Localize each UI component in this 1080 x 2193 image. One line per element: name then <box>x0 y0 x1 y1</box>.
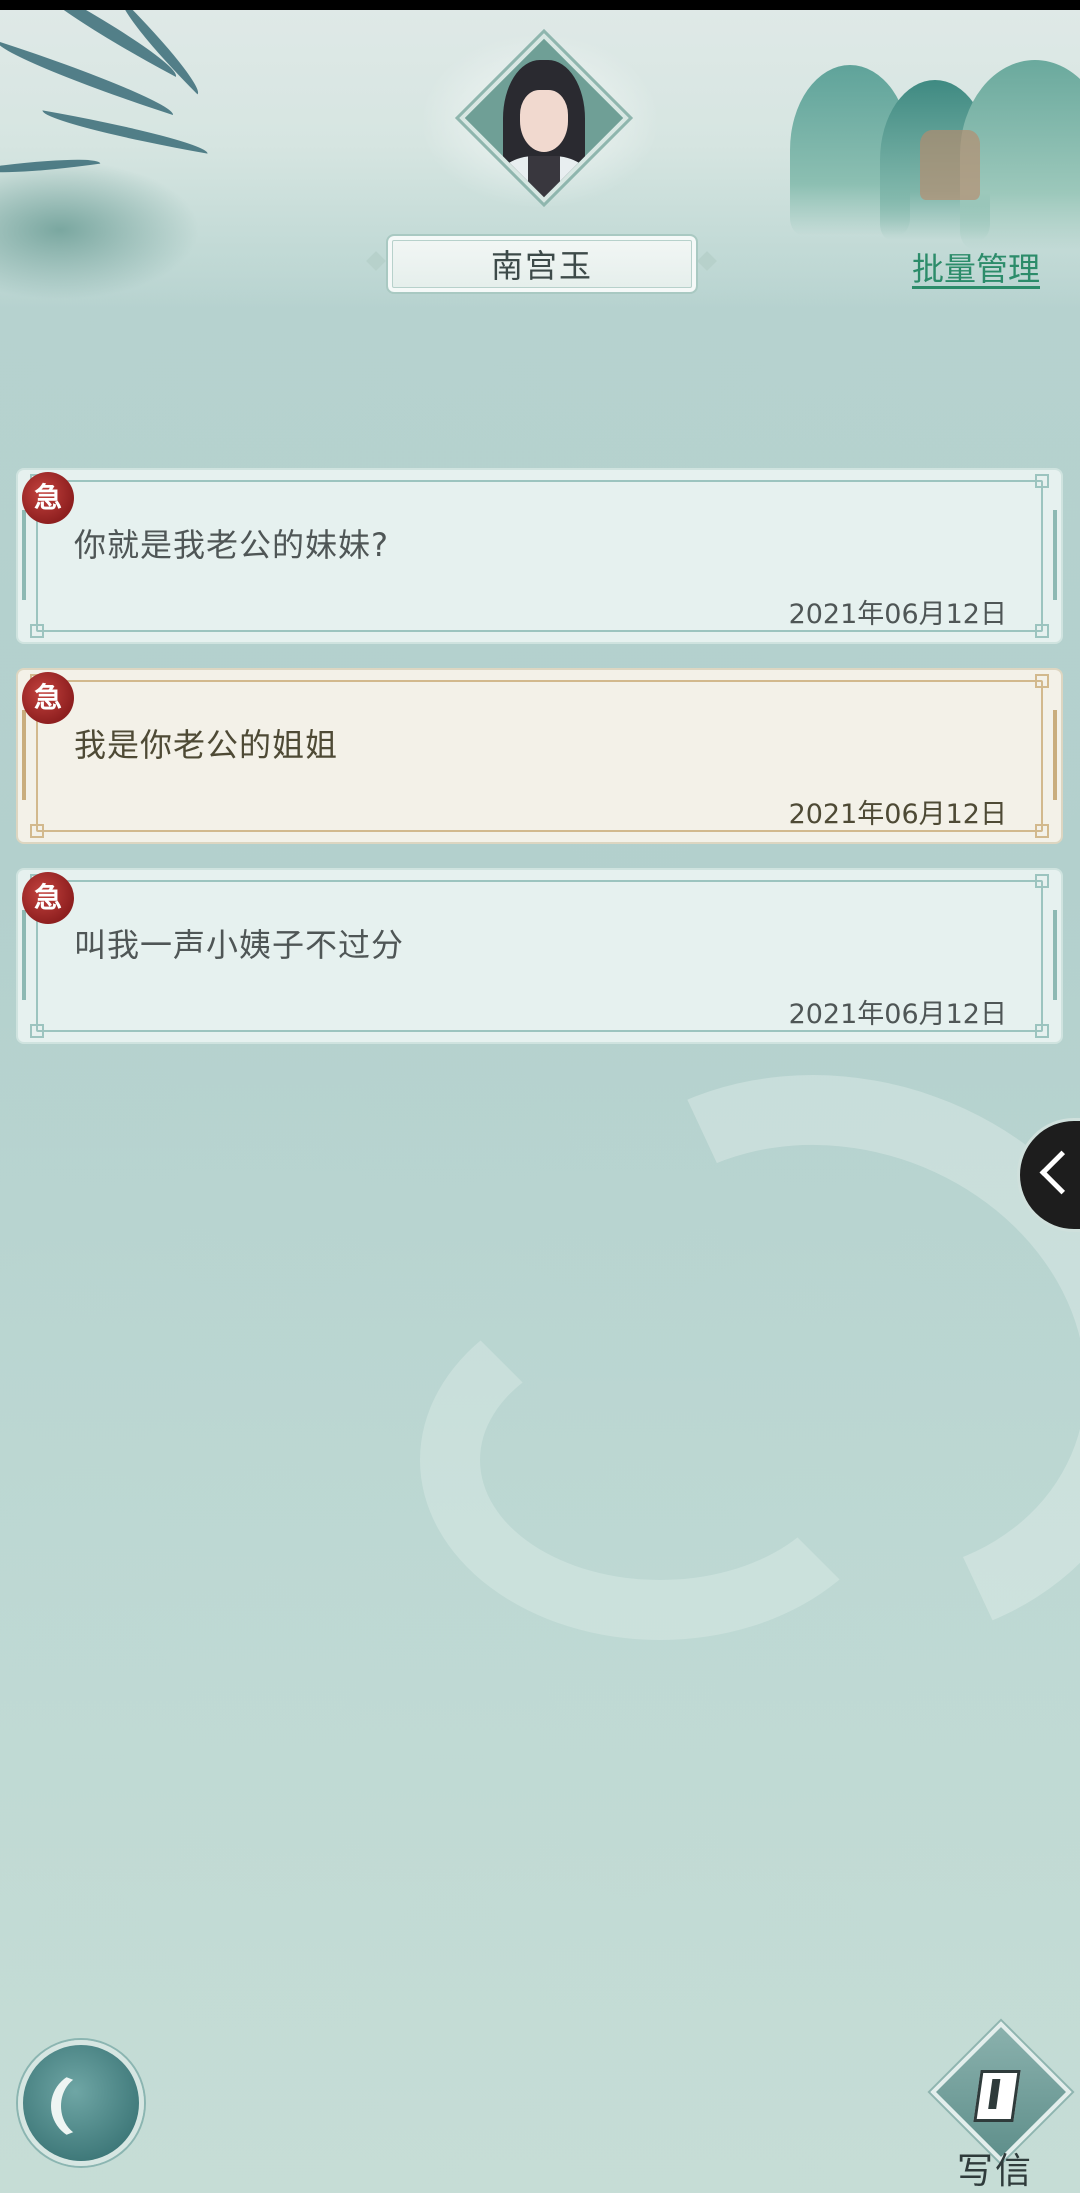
urgent-seal-icon: 急 <box>22 472 74 524</box>
bamboo-leaf-decoration <box>112 10 208 95</box>
message-card[interactable]: 急 叫我一声小姨子不过分 2021年06月12日 <box>16 868 1063 1044</box>
back-button[interactable] <box>18 2040 144 2166</box>
bamboo-leaf-decoration <box>40 110 210 154</box>
write-letter-label: 写信 <box>957 2151 1034 2192</box>
hill-decoration <box>0 160 200 300</box>
message-text: 我是你老公的姐姐 <box>74 726 339 764</box>
message-date: 2021年06月12日 <box>788 999 1007 1030</box>
letter-icon <box>973 2070 1021 2122</box>
message-text: 叫我一声小姨子不过分 <box>74 926 405 964</box>
message-text: 你就是我老公的妹妹? <box>74 526 389 564</box>
message-card[interactable]: 急 我是你老公的姐姐 2021年06月12日 <box>16 668 1063 844</box>
urgent-seal-icon: 急 <box>22 872 74 924</box>
message-card[interactable]: 急 你就是我老公的妹妹? 2021年06月12日 <box>16 468 1063 644</box>
message-date: 2021年06月12日 <box>788 599 1007 630</box>
back-arrow-icon <box>51 2071 123 2141</box>
message-date: 2021年06月12日 <box>788 799 1007 830</box>
write-letter-button[interactable]: 写信 <box>925 2021 1072 2192</box>
chevron-left-icon <box>1039 1150 1080 1195</box>
mist-decoration <box>420 1280 900 1640</box>
batch-manage-link[interactable]: 批量管理 <box>912 244 1040 290</box>
urgent-seal-icon: 急 <box>22 672 74 724</box>
cliff-decoration <box>920 130 980 200</box>
contact-name: 南宫玉 <box>490 247 593 285</box>
contact-name-plaque: 南宫玉 <box>386 234 698 294</box>
status-bar <box>0 0 1080 10</box>
